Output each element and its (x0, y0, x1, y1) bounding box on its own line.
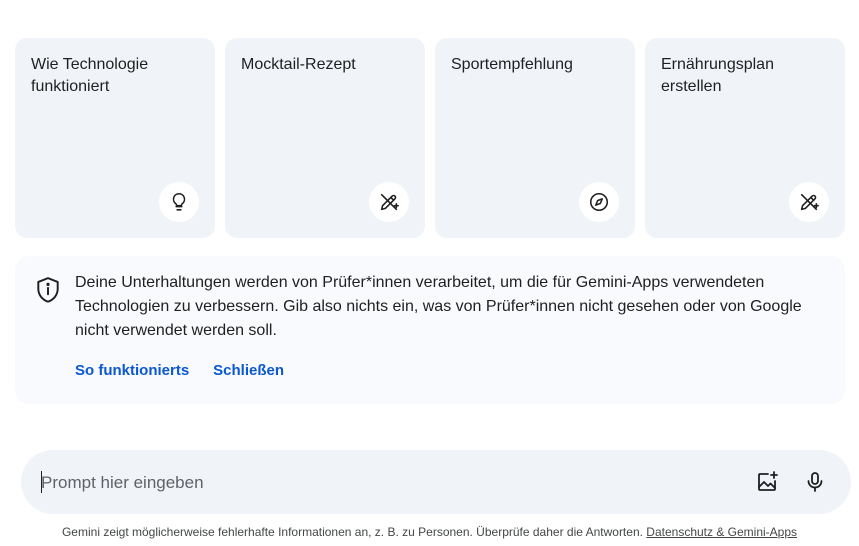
compass-icon (579, 182, 619, 222)
disclaimer-text: Gemini zeigt möglicherweise fehlerhafte … (61, 525, 643, 539)
suggestion-cards: Wie Technologie funktioniert Mocktail-Re… (15, 38, 845, 238)
suggestion-card-sport[interactable]: Sportempfehlung (435, 38, 635, 238)
text-caret (41, 471, 42, 493)
add-image-button[interactable] (747, 462, 787, 502)
disclaimer-footer: Gemini zeigt möglicherweise fehlerhafte … (0, 525, 859, 539)
notice-actions: So funktionierts Schließen (75, 362, 284, 379)
suggestion-card-technology[interactable]: Wie Technologie funktioniert (15, 38, 215, 238)
privacy-notice: Deine Unterhaltungen werden von Prüfer*i… (15, 256, 845, 404)
card-title: Sportempfehlung (451, 56, 573, 73)
notice-text: Deine Unterhaltungen werden von Prüfer*i… (75, 274, 802, 339)
close-notice-button[interactable]: Schließen (213, 362, 284, 379)
privacy-link[interactable]: Datenschutz & Gemini-Apps (646, 525, 797, 539)
edit-sparkle-icon (789, 182, 829, 222)
prompt-input[interactable] (39, 462, 733, 504)
shield-icon (35, 276, 61, 304)
edit-sparkle-icon (369, 182, 409, 222)
card-title: Ernährungsplan erstellen (661, 56, 774, 95)
suggestion-card-nutrition[interactable]: Ernährungsplan erstellen (645, 38, 845, 238)
lightbulb-icon (159, 182, 199, 222)
microphone-icon (807, 472, 823, 492)
add-image-icon (758, 471, 778, 491)
microphone-button[interactable] (795, 462, 835, 502)
card-title: Wie Technologie funktioniert (31, 56, 149, 95)
prompt-bar (21, 450, 851, 514)
suggestion-card-mocktail[interactable]: Mocktail-Rezept (225, 38, 425, 238)
how-it-works-link[interactable]: So funktionierts (75, 362, 189, 379)
card-title: Mocktail-Rezept (241, 56, 356, 73)
